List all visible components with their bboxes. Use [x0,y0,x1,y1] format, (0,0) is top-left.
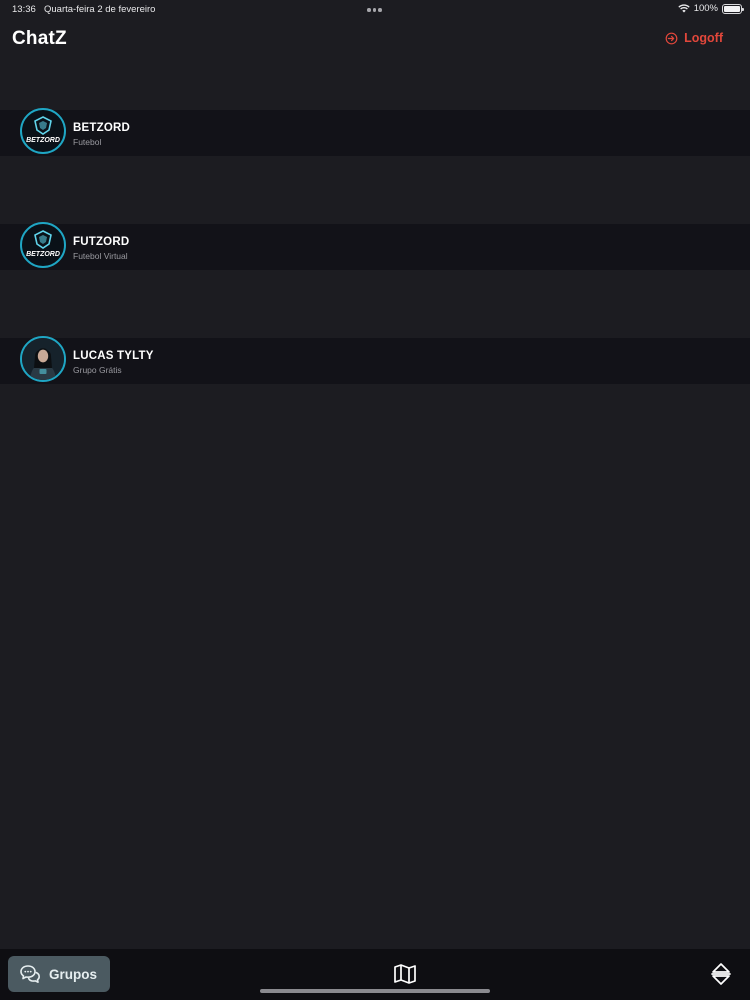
battery-percent: 100% [693,3,718,14]
status-bar: 13:36 Quarta-feira 2 de fevereiro 100% [0,0,750,18]
svg-text:BETZORD: BETZORD [26,251,60,258]
betzord-logo-icon: BETZORD [20,108,66,154]
sort-icon [711,963,731,985]
group-subtitle: Grupo Grátis [73,365,122,375]
svg-text:BETZORD: BETZORD [26,137,60,144]
sort-button[interactable] [710,962,732,986]
battery-level-fill [724,5,740,12]
status-date: Quarta-feira 2 de fevereiro [44,4,156,15]
logout-icon [665,32,678,44]
chat-bubbles-icon [20,965,40,983]
battery-icon [722,3,744,14]
logoff-button[interactable]: Logoff [665,31,723,45]
status-indicators: 100% [678,3,744,14]
multitasking-dots-icon[interactable] [367,8,382,12]
group-name: FUTZORD [73,236,130,248]
map-icon [394,964,416,984]
group-subtitle: Futebol [73,137,102,147]
group-row-betzord[interactable]: BETZORD BETZORD Futebol [0,108,750,156]
group-row-futzord[interactable]: BETZORD FUTZORD Futebol Virtual [0,222,750,270]
group-row-lucas-tylty[interactable]: LUCAS TYLTY Grupo Grátis [0,336,750,384]
person-photo-avatar [20,336,66,382]
tab-grupos[interactable]: Grupos [8,956,110,992]
group-name: BETZORD [73,122,130,134]
group-subtitle: Futebol Virtual [73,251,128,261]
home-indicator[interactable] [260,989,490,993]
group-name: LUCAS TYLTY [73,350,154,362]
betzord-logo-icon: BETZORD [20,222,66,268]
status-time: 13:36 [12,4,36,15]
logoff-label: Logoff [684,31,723,45]
page-title: ChatZ [12,28,67,49]
map-button[interactable] [393,963,417,985]
app-screen: 13:36 Quarta-feira 2 de fevereiro 100% C… [0,0,750,1000]
wifi-icon [678,4,690,13]
tab-grupos-label: Grupos [49,966,98,982]
